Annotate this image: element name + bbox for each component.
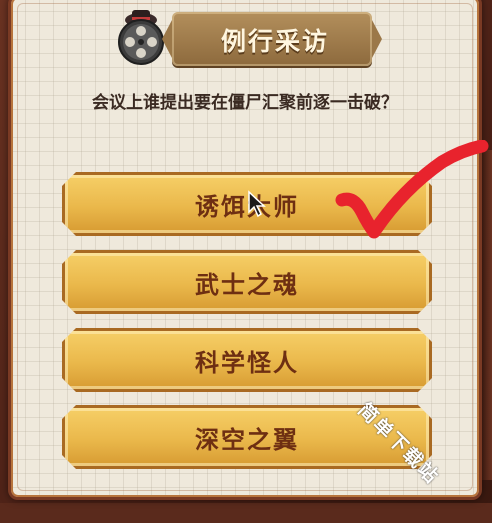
- answer-option-label: 科学怪人: [195, 349, 299, 377]
- cursor-icon: [248, 190, 266, 218]
- title-banner: 例行采访: [162, 12, 382, 66]
- answer-option-2[interactable]: 武士之魂: [62, 250, 432, 314]
- answer-option-label: 武士之魂: [195, 271, 299, 299]
- question-text: 会议上谁提出要在僵尸汇聚前逐一击破？: [92, 93, 398, 113]
- page-title: 例行采访: [220, 27, 329, 56]
- answer-option-3[interactable]: 科学怪人: [62, 328, 432, 392]
- game-frame: 例行采访 会议上谁提出要在僵尸汇聚前逐一击破？ 诱饵大师 武士之魂 科学怪人 深…: [0, 0, 492, 503]
- correct-check-icon: [335, 140, 489, 239]
